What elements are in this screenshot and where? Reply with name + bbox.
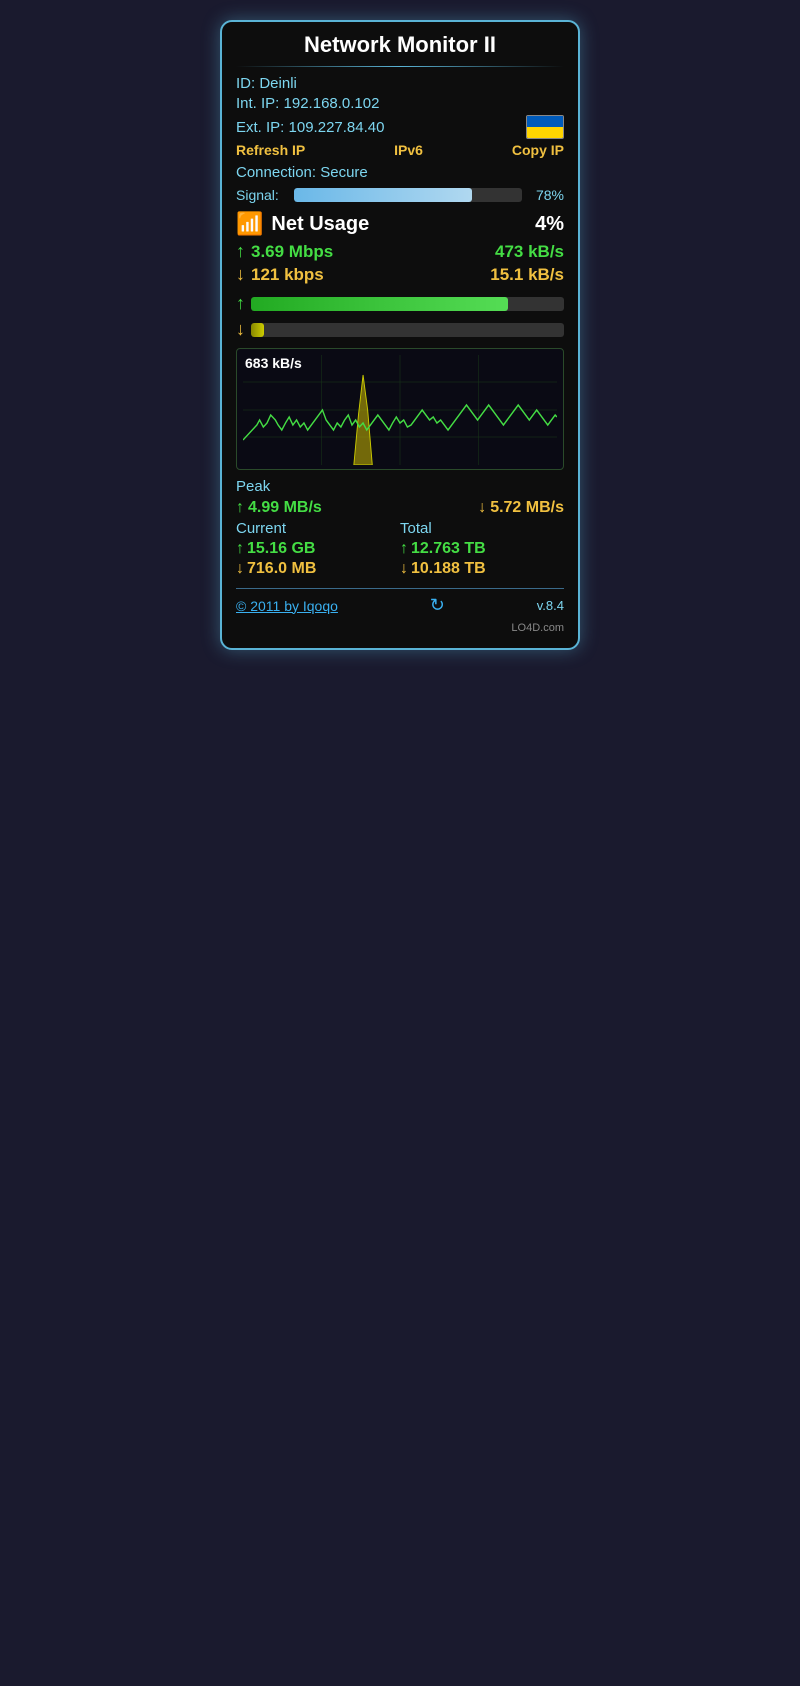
upload-mbps: 3.69 Mbps (251, 242, 333, 262)
signal-row: Signal: 78% (236, 187, 564, 203)
peak-speeds-row: ↑ 4.99 MB/s ↓ 5.72 MB/s (236, 499, 564, 517)
footer-row: © 2011 by Iqoqo ↻ v.8.4 (236, 588, 564, 616)
download-progress-bar (251, 323, 264, 337)
upload-kbs: 473 kB/s (495, 242, 564, 262)
country-flag (526, 115, 564, 139)
current-total-headers: Current Total (236, 520, 564, 537)
refresh-icon[interactable]: ↻ (430, 595, 445, 616)
connection-row: Connection: Secure (236, 164, 564, 181)
signal-bar-container (294, 188, 522, 202)
peak-upload-value: 4.99 MB/s (248, 499, 322, 517)
wifi-icon: 📶 (236, 211, 263, 237)
upload-progress-arrow-icon: ↑ (236, 293, 245, 314)
current-upload-value: 15.16 GB (247, 540, 400, 558)
signal-percent: 78% (530, 187, 564, 203)
upload-arrow-icon: ↑ (236, 241, 245, 262)
current-download-value: 716.0 MB (247, 560, 400, 578)
connection-label: Connection: (236, 164, 316, 181)
signal-bar (294, 188, 472, 202)
ext-ip-label: Ext. IP: (236, 119, 284, 136)
action-buttons-row: Refresh IP IPv6 Copy IP (236, 142, 564, 158)
flag-blue-stripe (527, 116, 563, 127)
ext-ip-row: Ext. IP: 109.227.84.40 (236, 115, 564, 139)
refresh-ip-button[interactable]: Refresh IP (236, 142, 305, 158)
footer-copyright-link[interactable]: © 2011 by Iqoqo (236, 598, 338, 614)
watermark: LO4D.com (236, 622, 564, 634)
flag-yellow-stripe (527, 127, 563, 138)
network-chart (243, 355, 557, 465)
connection-value: Secure (320, 164, 368, 181)
footer-version: v.8.4 (537, 598, 564, 613)
id-value: Deinli (259, 75, 297, 92)
int-ip-row: Int. IP: 192.168.0.102 (236, 95, 564, 112)
total-upload-value: 12.763 TB (411, 540, 564, 558)
download-speed-row: ↓ 121 kbps 15.1 kB/s (236, 264, 564, 285)
progress-bars-section: ↑ ↓ (236, 293, 564, 340)
download-kbps: 121 kbps (251, 265, 324, 285)
current-label: Current (236, 520, 400, 537)
net-usage-label: Net Usage (271, 213, 527, 236)
peak-section: Peak ↑ 4.99 MB/s ↓ 5.72 MB/s Current Tot… (236, 478, 564, 578)
chart-label: 683 kB/s (245, 355, 302, 371)
current-download-icon: ↓ (236, 560, 244, 578)
download-progress-bg (251, 323, 564, 337)
id-row: ID: Deinli (236, 75, 564, 92)
widget-title: Network Monitor II (236, 32, 564, 58)
int-ip-label: Int. IP: (236, 95, 279, 112)
copy-ip-button[interactable]: Copy IP (512, 142, 564, 158)
total-download-value: 10.188 TB (411, 560, 564, 578)
total-label: Total (400, 520, 564, 537)
upload-speed-row: ↑ 3.69 Mbps 473 kB/s (236, 241, 564, 262)
total-download-icon: ↓ (400, 560, 408, 578)
download-current-total-row: ↓ 716.0 MB ↓ 10.188 TB (236, 560, 564, 578)
network-monitor-widget: Network Monitor II ID: Deinli Int. IP: 1… (220, 20, 580, 650)
chart-section: 683 kB/s (236, 348, 564, 470)
current-upload-icon: ↑ (236, 540, 244, 558)
peak-title: Peak (236, 478, 564, 495)
int-ip-value: 192.168.0.102 (284, 95, 380, 112)
peak-download-value: 5.72 MB/s (490, 499, 564, 517)
download-arrow-icon: ↓ (236, 264, 245, 285)
download-progress-arrow-icon: ↓ (236, 319, 245, 340)
ipv6-button[interactable]: IPv6 (394, 142, 423, 158)
upload-progress-bar (251, 297, 508, 311)
net-usage-row: 📶 Net Usage 4% (236, 211, 564, 237)
title-divider (236, 66, 564, 67)
upload-progress-row: ↑ (236, 293, 564, 314)
ext-ip-text: Ext. IP: 109.227.84.40 (236, 119, 384, 136)
net-usage-percent: 4% (535, 213, 564, 236)
ext-ip-value: 109.227.84.40 (289, 119, 385, 136)
id-label: ID: (236, 75, 255, 92)
download-progress-row: ↓ (236, 319, 564, 340)
peak-download-icon: ↓ (478, 499, 486, 517)
signal-label: Signal: (236, 187, 286, 203)
download-kbs: 15.1 kB/s (490, 265, 564, 285)
total-upload-icon: ↑ (400, 540, 408, 558)
peak-upload-icon: ↑ (236, 499, 244, 517)
upload-current-total-row: ↑ 15.16 GB ↑ 12.763 TB (236, 540, 564, 558)
upload-progress-bg (251, 297, 564, 311)
